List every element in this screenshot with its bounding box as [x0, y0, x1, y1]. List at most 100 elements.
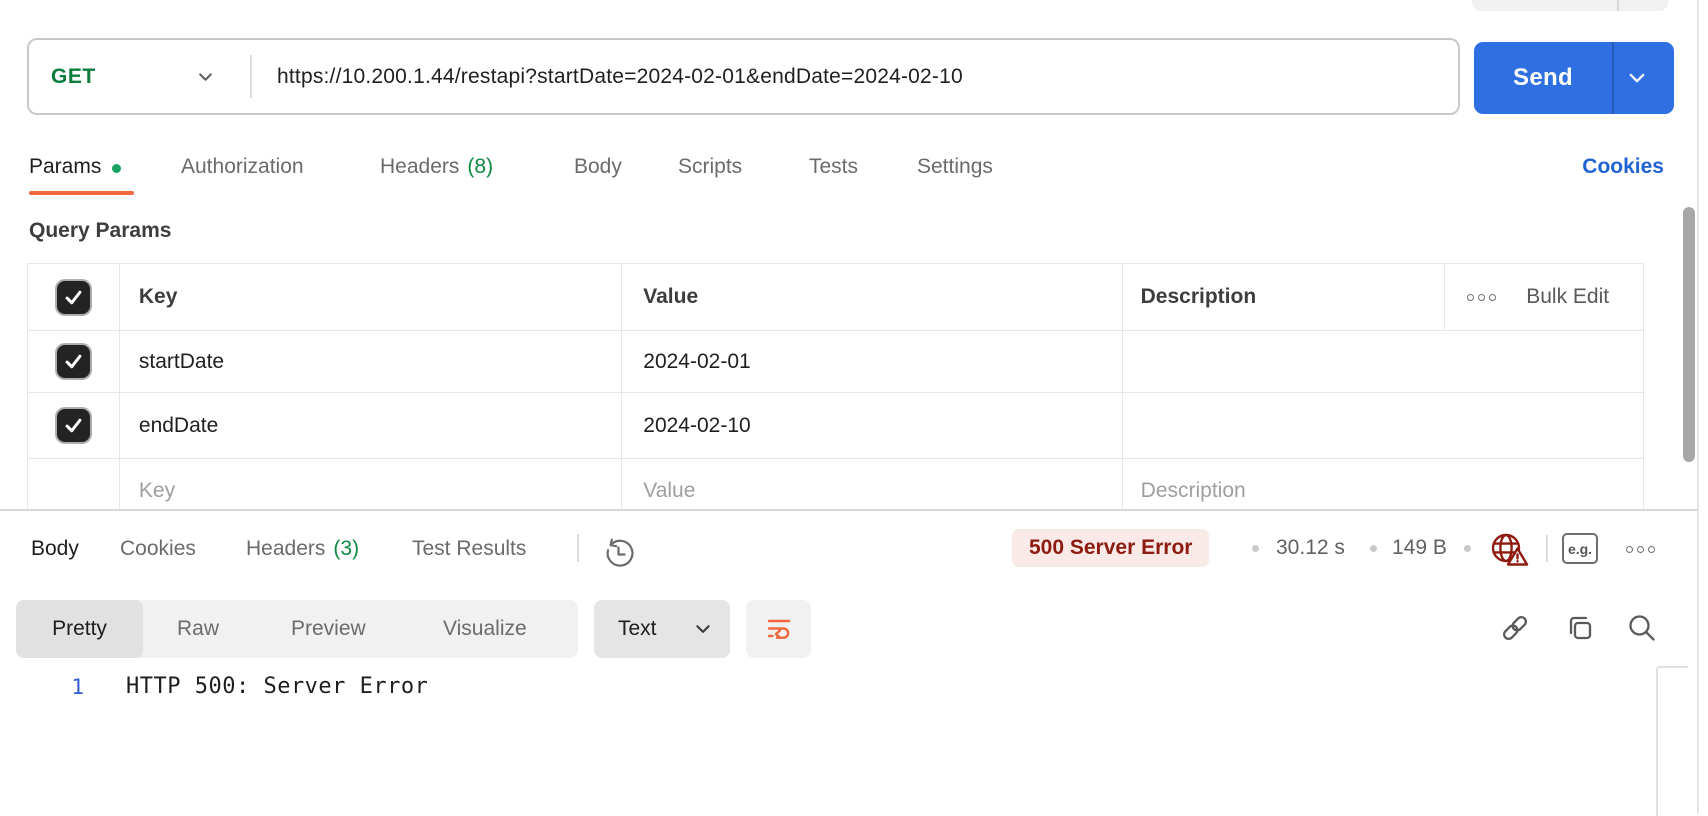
request-tab-bar: Params Authorization Headers (8) Body Sc…: [0, 148, 1708, 186]
bulk-edit-cell: Bulk Edit: [1445, 264, 1643, 330]
param-description-placeholder[interactable]: Description: [1141, 479, 1246, 503]
response-tab-headers[interactable]: Headers (3): [246, 530, 359, 568]
table-row: endDate 2024-02-10: [28, 393, 1643, 459]
response-tab-headers-count: (3): [333, 537, 359, 561]
postman-request-view: { "request_bar": { "method": "GET", "url…: [0, 0, 1708, 814]
active-tab-underline: [29, 191, 134, 195]
view-tab-pretty-label: Pretty: [52, 617, 107, 641]
tab-headers-count: (8): [467, 155, 493, 179]
param-value-field[interactable]: 2024-02-01: [643, 350, 750, 374]
tab-headers[interactable]: Headers (8): [380, 148, 493, 186]
query-params-title: Query Params: [29, 219, 171, 243]
response-tab-body-label: Body: [31, 537, 79, 561]
globe-warning-icon[interactable]: [1489, 529, 1533, 569]
table-row: startDate 2024-02-01: [28, 331, 1643, 393]
view-tab-preview-label: Preview: [291, 617, 366, 641]
response-tab-cookies-label: Cookies: [120, 537, 196, 561]
status-badge[interactable]: 500 Server Error: [1012, 529, 1209, 567]
send-button-divider: [1612, 42, 1614, 114]
column-header-value: Value: [643, 285, 698, 309]
view-tab-visualize[interactable]: Visualize: [443, 600, 527, 658]
param-value-placeholder[interactable]: Value: [643, 479, 695, 503]
search-icon[interactable]: [1623, 609, 1661, 647]
history-clock-icon[interactable]: [599, 534, 637, 572]
view-tab-raw[interactable]: Raw: [177, 600, 219, 658]
chevron-down-icon[interactable]: [1626, 67, 1648, 89]
wrap-text-button[interactable]: [746, 600, 811, 658]
response-view-switcher: Pretty Raw Preview Visualize: [16, 600, 578, 658]
chevron-down-icon[interactable]: [196, 67, 215, 86]
view-tab-preview[interactable]: Preview: [291, 600, 366, 658]
pane-divider[interactable]: [0, 509, 1697, 511]
wrap-text-icon: [765, 615, 793, 643]
meta-divider: [1546, 535, 1548, 562]
row-checkbox[interactable]: [57, 345, 90, 378]
tab-authorization-label: Authorization: [181, 155, 304, 179]
tab-tests-label: Tests: [809, 155, 858, 179]
cookies-link[interactable]: Cookies: [1582, 148, 1664, 186]
response-body-text[interactable]: HTTP 500: Server Error: [126, 674, 428, 699]
tab-scripts[interactable]: Scripts: [678, 148, 742, 186]
chevron-down-icon: [693, 619, 713, 639]
method-selector[interactable]: GET: [51, 40, 96, 113]
link-icon[interactable]: [1496, 609, 1534, 647]
row-checkbox[interactable]: [57, 409, 90, 442]
green-dot-icon: [112, 164, 121, 173]
tab-settings[interactable]: Settings: [917, 148, 993, 186]
ellipsis-icon[interactable]: [1467, 294, 1496, 301]
response-tab-divider: [577, 534, 579, 562]
response-tab-test-results-label: Test Results: [412, 537, 526, 561]
view-tab-visualize-label: Visualize: [443, 617, 527, 641]
format-selector-label: Text: [618, 600, 657, 658]
param-key-field[interactable]: startDate: [139, 350, 224, 374]
send-label: Send: [1474, 42, 1612, 114]
response-tab-body[interactable]: Body: [31, 530, 79, 568]
param-value-field[interactable]: 2024-02-10: [643, 414, 750, 438]
response-tab-test-results[interactable]: Test Results: [412, 530, 526, 568]
bottom-right-panel-edge: [1656, 666, 1688, 816]
tab-body[interactable]: Body: [574, 148, 622, 186]
table-header-row: Key Value Description Bulk Edit: [28, 264, 1643, 331]
response-tab-bar: Body Cookies Headers (3) Test Results: [0, 530, 1708, 568]
ellipsis-icon[interactable]: [1626, 546, 1655, 553]
eg-label: e.g.: [1568, 541, 1592, 557]
clipped-top-toolbar-button[interactable]: [1472, 0, 1668, 11]
tab-body-label: Body: [574, 155, 622, 179]
send-button[interactable]: Send: [1474, 42, 1674, 114]
header-checkbox-cell: [28, 264, 120, 330]
button-divider: [1617, 0, 1619, 11]
response-tab-headers-label: Headers: [246, 537, 325, 561]
tab-params-label: Params: [29, 155, 101, 179]
column-header-key: Key: [139, 285, 178, 309]
tab-scripts-label: Scripts: [678, 155, 742, 179]
param-key-placeholder[interactable]: Key: [139, 479, 175, 503]
code-line-number: 1: [60, 675, 84, 699]
tab-params[interactable]: Params: [29, 148, 121, 186]
response-size[interactable]: 149 B: [1392, 530, 1447, 566]
tab-headers-label: Headers: [380, 155, 459, 179]
method-label: GET: [51, 65, 96, 89]
query-params-table: Key Value Description Bulk Edit startDat…: [27, 263, 1644, 509]
vertical-scrollbar[interactable]: [1683, 207, 1695, 462]
tab-authorization[interactable]: Authorization: [181, 148, 304, 186]
bulk-edit-button[interactable]: Bulk Edit: [1526, 285, 1609, 309]
response-tab-cookies[interactable]: Cookies: [120, 530, 196, 568]
tab-tests[interactable]: Tests: [809, 148, 858, 186]
meta-separator-dot: [1370, 545, 1377, 552]
eg-icon[interactable]: e.g.: [1562, 533, 1598, 564]
view-tab-raw-label: Raw: [177, 617, 219, 641]
url-input[interactable]: https://10.200.1.44/restapi?startDate=20…: [277, 40, 963, 113]
meta-separator-dot: [1252, 545, 1259, 552]
format-selector[interactable]: Text: [594, 600, 730, 658]
window-right-border: [1697, 0, 1699, 814]
copy-icon[interactable]: [1561, 609, 1599, 647]
request-url-bar: GET https://10.200.1.44/restapi?startDat…: [27, 38, 1460, 115]
table-placeholder-row: Key Value Description: [28, 459, 1643, 509]
url-bar-divider: [250, 55, 252, 98]
column-header-description: Description: [1141, 285, 1257, 309]
view-tab-pretty[interactable]: Pretty: [16, 600, 143, 658]
select-all-checkbox[interactable]: [57, 281, 90, 314]
tab-settings-label: Settings: [917, 155, 993, 179]
param-key-field[interactable]: endDate: [139, 414, 218, 438]
response-time[interactable]: 30.12 s: [1276, 530, 1345, 566]
